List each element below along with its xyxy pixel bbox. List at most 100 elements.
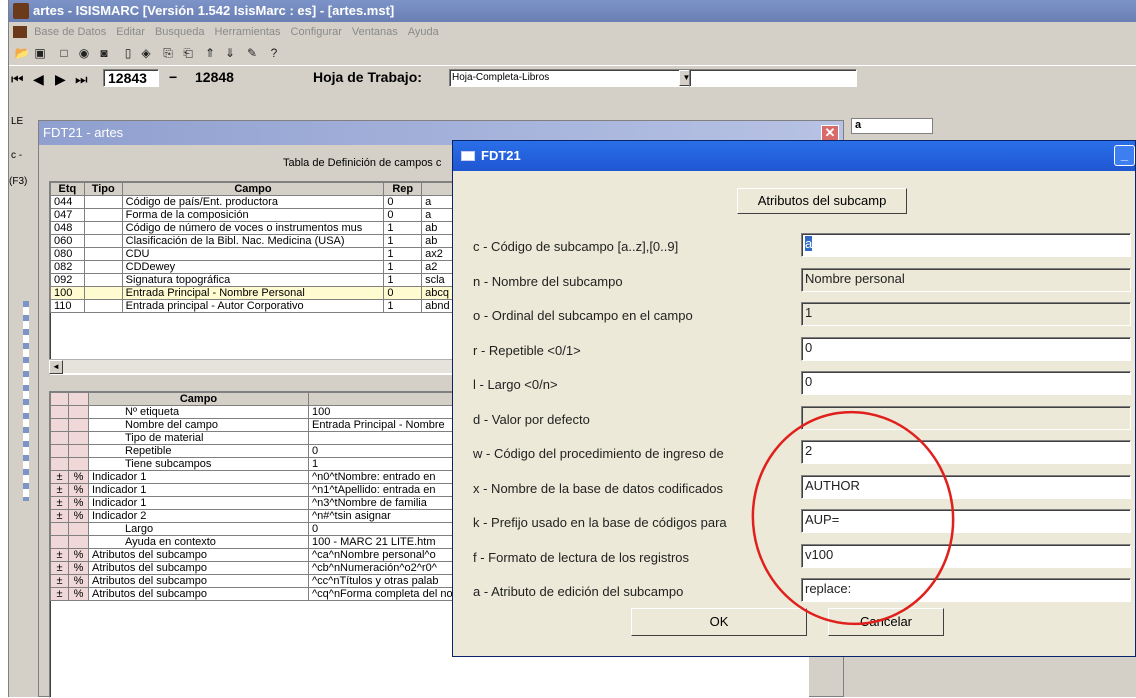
table-cell: % — [68, 561, 89, 575]
field-label: f - Formato de lectura de los registros — [473, 549, 690, 565]
table-cell: 1 — [383, 234, 423, 248]
table-cell: Indicador 1 — [88, 496, 309, 510]
extra-field[interactable] — [689, 69, 857, 87]
table-cell: 1 — [383, 299, 423, 313]
last-record-icon[interactable]: ⏭ — [75, 71, 88, 88]
menu-item[interactable]: Editar — [116, 26, 145, 38]
table-row[interactable]: 092 Signatura topográfica 1 scla — [50, 273, 458, 287]
worksheet-select[interactable]: Hoja-Completa-Libros ▼ — [449, 69, 695, 87]
fdt-hscroll[interactable]: ◄ — [49, 359, 459, 374]
page-icon[interactable]: ▯ — [119, 45, 137, 61]
database-icon[interactable]: ◙ — [95, 45, 113, 61]
record-number-input[interactable]: 12843 — [103, 69, 159, 87]
column-header[interactable]: Rep — [383, 182, 423, 196]
table-row[interactable]: 048 Código de número de voces o instrumen… — [50, 221, 458, 235]
bg-c-label: c - — [11, 150, 23, 161]
table-cell: 060 — [50, 234, 85, 248]
table-cell — [83, 260, 123, 274]
table-cell — [50, 457, 69, 471]
fdt-title: FDT21 - artes — [43, 125, 124, 140]
total-records: 12848 — [195, 69, 234, 85]
prev-record-icon[interactable]: ◀ — [33, 71, 44, 88]
field-input[interactable]: 1 — [801, 302, 1131, 326]
help-icon[interactable]: ? — [265, 45, 283, 61]
down-icon[interactable]: ⇓ — [221, 45, 239, 61]
table-cell — [50, 418, 69, 432]
close-icon[interactable]: ✕ — [821, 125, 839, 141]
field-definition-table: Etq Tipo Campo Rep 044 Código de país/Ent. pr… — [50, 182, 458, 313]
table-cell: Nombre del campo — [88, 418, 309, 432]
table-row[interactable]: 060 Clasificación de la Bibl. Nac. Medici… — [50, 234, 458, 248]
menu-item[interactable]: Ventanas — [352, 26, 398, 38]
copy-icon[interactable]: ⎘ — [159, 45, 177, 61]
menu-item[interactable]: Base de Datos — [34, 26, 106, 38]
toolbar: 📂 ▣ □ ◉ ◙ ▯ ◈ ⎘ ⎗ ⇑ ⇓ ✎ ? — [9, 42, 1136, 66]
table-cell: Nº etiqueta — [88, 405, 309, 419]
column-header[interactable]: Campo — [121, 182, 385, 196]
field-label: o - Ordinal del subcampo en el campo — [473, 308, 693, 323]
table-cell: % — [68, 483, 89, 497]
table-cell: % — [68, 587, 89, 601]
field-input[interactable]: 0 — [801, 336, 1131, 361]
table-cell: Atributos del subcampo — [88, 587, 309, 601]
table-cell — [68, 431, 89, 445]
menu-item[interactable]: Configurar — [291, 26, 342, 38]
column-header[interactable]: Tipo — [83, 182, 123, 196]
table-cell — [68, 522, 89, 536]
table-row[interactable]: 082 CDDewey 1 a2 — [50, 260, 458, 274]
scroll-left-icon[interactable]: ◄ — [49, 360, 63, 374]
worksheet-value: Hoja-Completa-Libros — [452, 72, 550, 83]
table-cell: % — [68, 509, 89, 523]
table-cell: 082 — [50, 260, 85, 274]
field-label: w - Código del procedimiento de ingreso … — [473, 446, 724, 461]
field-label: n - Nombre del subcampo — [473, 273, 623, 289]
edit-icon[interactable]: ✎ — [243, 45, 261, 61]
table-cell: 1 — [383, 260, 423, 274]
section-button[interactable]: Atributos del subcamp — [737, 188, 907, 214]
table-row[interactable]: 044 Código de país/Ent. productora 0 a — [50, 195, 458, 209]
field-label: k - Prefijo usado en la base de códigos … — [473, 515, 727, 530]
table-cell: Entrada principal - Autor Corporativo — [121, 299, 385, 313]
field-input[interactable]: Nombre personal — [801, 267, 1131, 292]
table-cell: Clasificación de la Bibl. Nac. Medicina … — [121, 234, 385, 248]
table-row[interactable]: 110 Entrada principal - Autor Corporativo… — [50, 299, 458, 313]
table-row[interactable]: 047 Forma de la composición 0 a — [50, 208, 458, 222]
field-label: d - Valor por defecto — [473, 411, 590, 427]
minimize-icon[interactable]: _ — [1114, 145, 1135, 166]
table-cell: 1 — [383, 247, 423, 261]
menu-item[interactable]: Busqueda — [155, 26, 205, 38]
move-icon[interactable]: ◈ — [137, 45, 155, 61]
bg-a-value: a — [855, 119, 862, 131]
table-cell: Atributos del subcampo — [88, 561, 309, 575]
open-icon[interactable]: 📂 — [13, 45, 31, 61]
field-input[interactable]: 0 — [801, 371, 1131, 395]
table-cell — [83, 286, 123, 300]
table-cell: Signatura topográfica — [121, 273, 385, 287]
table-cell: Indicador 1 — [88, 470, 309, 484]
main-title: artes - ISISMARC [Versión 1.542 IsisMarc… — [33, 3, 395, 18]
first-record-icon[interactable]: ⏮ — [11, 71, 24, 88]
new-icon[interactable]: □ — [55, 45, 73, 61]
menu-item[interactable]: Herramientas — [215, 26, 281, 38]
table-row[interactable]: 100 Entrada Principal - Nombre Personal 0 a… — [50, 286, 458, 300]
globe-icon[interactable]: ◉ — [75, 45, 93, 61]
menu-item[interactable]: Ayuda — [408, 26, 439, 38]
table-cell: 1 — [383, 273, 423, 287]
table-cell: Atributos del subcampo — [88, 548, 309, 562]
up-icon[interactable]: ⇑ — [201, 45, 219, 61]
table-cell: 080 — [50, 247, 85, 261]
menu-bar: Base de Datos Editar Busqueda Herramientas C… — [9, 22, 1136, 42]
paste-icon[interactable]: ⎗ — [179, 45, 197, 61]
next-record-icon[interactable]: ▶ — [55, 71, 66, 88]
table-cell — [50, 405, 69, 419]
table-cell: 1 — [383, 221, 423, 235]
field-input[interactable]: a — [801, 233, 1131, 257]
fdt-top-table-container: Etq Tipo Campo Rep 044 Código de país/Ent. pr… — [49, 181, 459, 375]
table-cell: 110 — [50, 299, 85, 313]
bg-a-field[interactable]: a — [851, 118, 933, 134]
table-cell — [83, 273, 123, 287]
save-icon[interactable]: ▣ — [31, 45, 49, 61]
table-cell — [50, 431, 69, 445]
table-row[interactable]: 080 CDU 1 ax2 — [50, 247, 458, 261]
column-header[interactable]: Etq — [50, 182, 85, 196]
